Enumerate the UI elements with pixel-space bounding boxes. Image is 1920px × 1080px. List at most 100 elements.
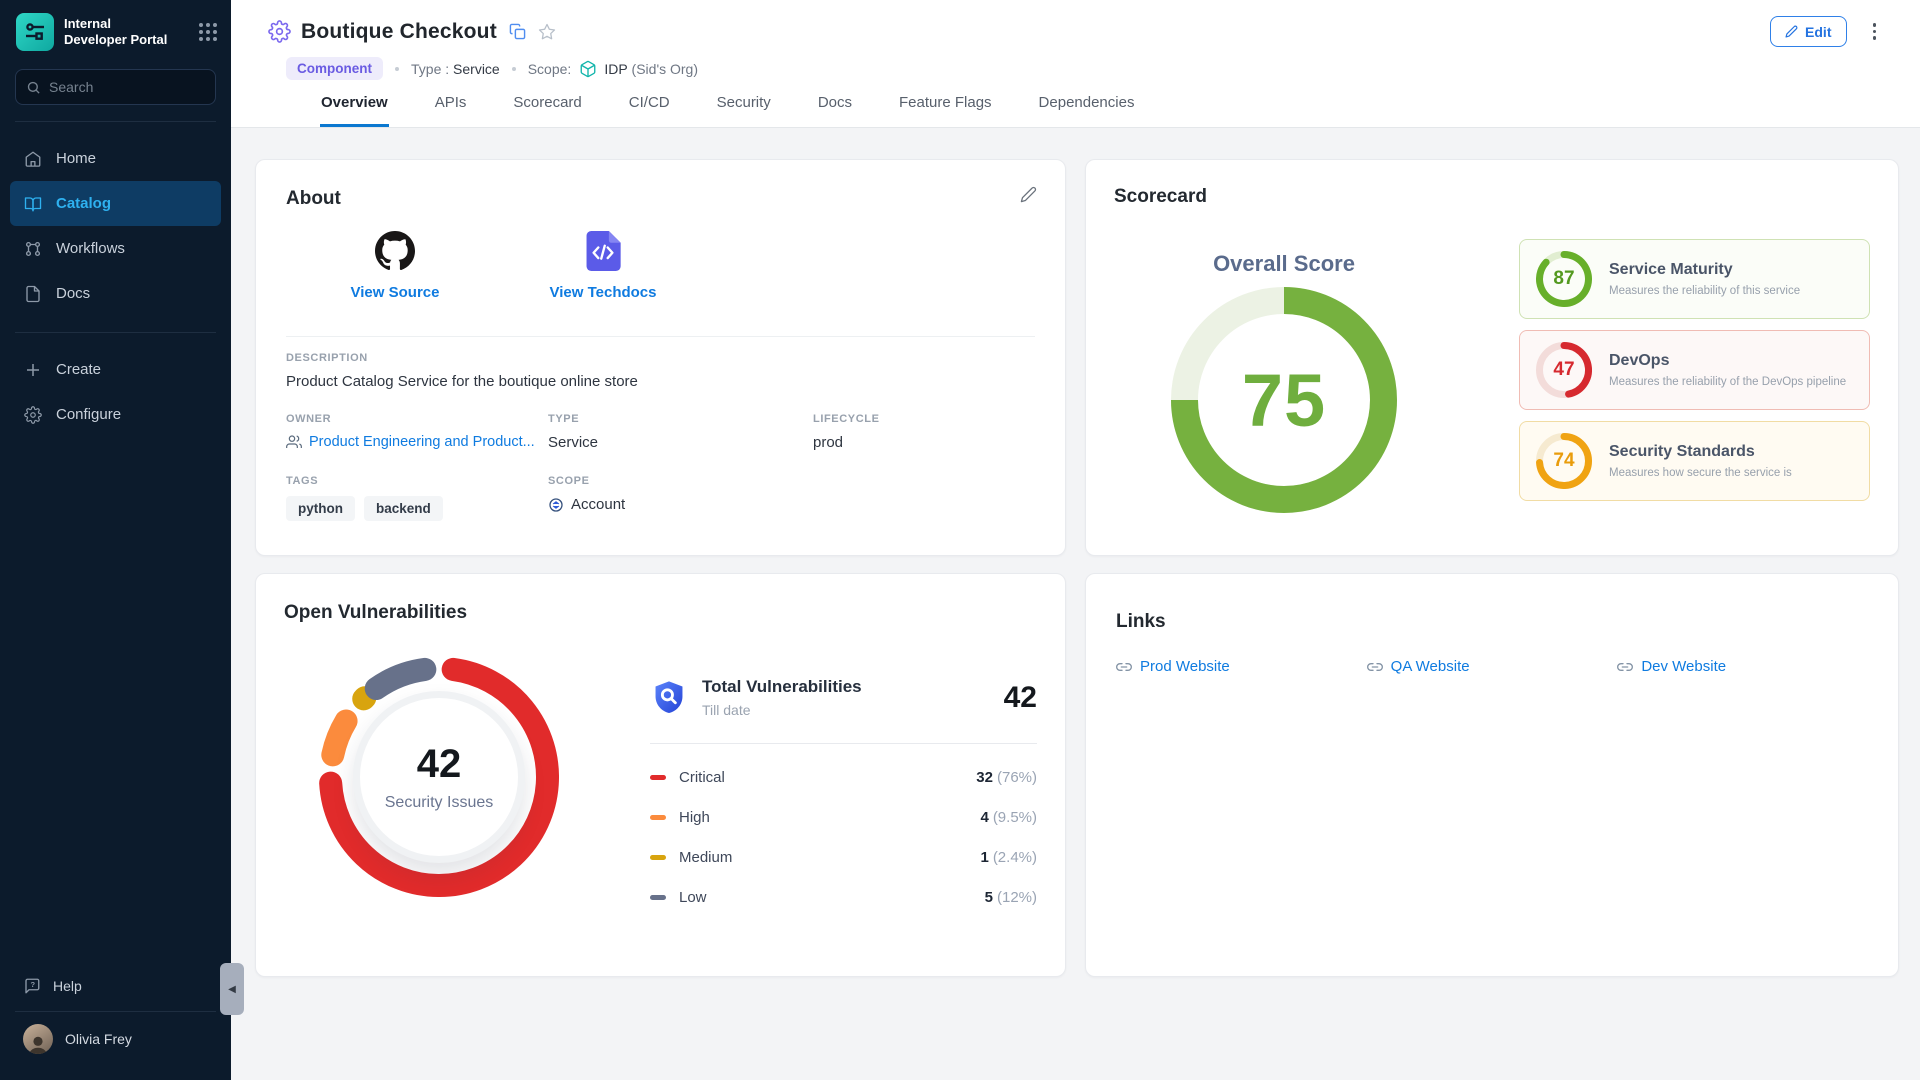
help-button[interactable]: ? Help	[0, 967, 231, 1005]
scope-value[interactable]: IDP	[604, 61, 627, 77]
scorecard-item-service-maturity[interactable]: 87 Service Maturity Measures the reliabi…	[1519, 239, 1870, 319]
sidebar-item-docs[interactable]: Docs	[0, 271, 231, 316]
sidebar-nav: Home Catalog Workflows Docs	[0, 136, 231, 316]
tab-docs[interactable]: Docs	[817, 94, 853, 127]
gear-icon	[23, 406, 43, 424]
tab-cicd[interactable]: CI/CD	[628, 94, 671, 127]
lifecycle-value: prod	[813, 434, 1035, 451]
sidebar-collapse-handle[interactable]: ◀	[220, 963, 244, 1015]
score-name: Service Maturity	[1609, 261, 1800, 279]
edit-button[interactable]: Edit	[1770, 16, 1846, 47]
type-meta-value: Service	[548, 434, 813, 451]
app-logo-icon	[16, 13, 54, 51]
scorecard-item-security-standards[interactable]: 74 Security Standards Measures how secur…	[1519, 421, 1870, 501]
owner-link[interactable]: Product Engineering and Product...	[286, 434, 548, 450]
type-value: Service	[453, 61, 500, 77]
overall-score-value: 75	[1242, 358, 1326, 443]
sidebar-item-label: Configure	[56, 406, 121, 423]
scope-meta-label: SCOPE	[548, 475, 1035, 487]
scorecard-item-devops[interactable]: 47 DevOps Measures the reliability of th…	[1519, 330, 1870, 410]
tags-label: TAGS	[286, 475, 548, 487]
tab-overview[interactable]: Overview	[320, 94, 389, 127]
link-label: QA Website	[1391, 658, 1470, 675]
link-label: Prod Website	[1140, 658, 1230, 675]
score-value: 87	[1536, 251, 1592, 307]
tab-apis[interactable]: APIs	[434, 94, 468, 127]
score-ring: 47	[1536, 342, 1592, 398]
security-issues-count: 42	[417, 742, 462, 787]
owner-value: Product Engineering and Product...	[309, 434, 535, 450]
dev-website-link[interactable]: Dev Website	[1617, 658, 1868, 675]
view-source-label: View Source	[351, 284, 440, 301]
user-name: Olivia Frey	[65, 1031, 132, 1047]
account-scope-icon	[548, 497, 564, 513]
score-desc: Measures the reliability of the DevOps p…	[1609, 376, 1846, 388]
sidebar-divider	[15, 121, 216, 122]
severity-row-low: Low 5(12%)	[650, 877, 1037, 917]
tag-chip[interactable]: python	[286, 496, 355, 521]
vulnerabilities-donut: 42 Security Issues	[319, 657, 559, 897]
scorecard-card: Scorecard Overall Score 75 8	[1085, 159, 1899, 556]
lifecycle-label: LIFECYCLE	[813, 413, 1035, 425]
severity-label: High	[679, 809, 710, 826]
star-icon[interactable]	[538, 23, 556, 41]
search-input[interactable]	[49, 79, 205, 95]
plus-icon	[23, 361, 43, 379]
workflows-icon	[23, 240, 43, 258]
tab-scorecard[interactable]: Scorecard	[512, 94, 582, 127]
package-icon	[579, 60, 597, 78]
critical-dash-icon	[650, 775, 666, 780]
sidebar-item-configure[interactable]: Configure	[0, 392, 231, 437]
total-vulnerabilities-sub: Till date	[702, 702, 862, 718]
sidebar-actions: Create Configure	[0, 347, 231, 437]
security-issues-label: Security Issues	[385, 794, 493, 812]
view-techdocs-link[interactable]: View Techdocs	[538, 231, 668, 301]
breadcrumb: Component Type : Service Scope: IDP (Sid…	[286, 57, 1880, 80]
severity-pct: (76%)	[997, 769, 1037, 786]
users-icon	[286, 434, 302, 450]
help-label: Help	[53, 978, 82, 994]
edit-about-icon[interactable]	[1020, 186, 1037, 203]
prod-website-link[interactable]: Prod Website	[1116, 658, 1367, 675]
sidebar-search[interactable]	[15, 69, 216, 105]
catalog-icon	[23, 195, 43, 213]
score-value: 74	[1536, 433, 1592, 489]
score-name: DevOps	[1609, 352, 1846, 370]
severity-count: 4	[980, 809, 988, 826]
sidebar-item-catalog[interactable]: Catalog	[10, 181, 221, 226]
sidebar-item-label: Create	[56, 361, 101, 378]
apps-grid-icon[interactable]	[199, 23, 217, 41]
view-source-link[interactable]: View Source	[330, 231, 460, 301]
more-menu-icon[interactable]	[1869, 19, 1881, 44]
medium-dash-icon	[650, 855, 666, 860]
copy-icon[interactable]	[509, 23, 526, 40]
tag-chip[interactable]: backend	[364, 496, 443, 521]
tab-feature-flags[interactable]: Feature Flags	[898, 94, 993, 127]
chevron-left-icon: ◀	[228, 984, 236, 995]
links-title: Links	[1116, 611, 1868, 633]
app-title: Internal Developer Portal	[64, 16, 167, 49]
owner-label: OWNER	[286, 413, 548, 425]
sidebar-item-workflows[interactable]: Workflows	[0, 226, 231, 271]
overall-score-label: Overall Score	[1213, 251, 1355, 277]
tab-dependencies[interactable]: Dependencies	[1038, 94, 1136, 127]
tab-security[interactable]: Security	[716, 94, 772, 127]
severity-label: Critical	[679, 769, 725, 786]
severity-count: 1	[980, 849, 988, 866]
severity-count: 32	[976, 769, 993, 786]
severity-pct: (12%)	[997, 889, 1037, 906]
user-menu[interactable]: Olivia Frey	[0, 1012, 231, 1070]
sidebar-item-create[interactable]: Create	[0, 347, 231, 392]
sidebar-item-home[interactable]: Home	[0, 136, 231, 181]
total-vulnerabilities-value: 42	[1004, 681, 1037, 715]
score-desc: Measures how secure the service is	[1609, 467, 1792, 479]
score-value: 47	[1536, 342, 1592, 398]
type-label: Type :	[411, 61, 449, 77]
qa-website-link[interactable]: QA Website	[1367, 658, 1618, 675]
severity-pct: (9.5%)	[993, 809, 1037, 826]
scorecard-title: Scorecard	[1114, 186, 1870, 208]
severity-row-medium: Medium 1(2.4%)	[650, 837, 1037, 877]
severity-count: 5	[985, 889, 993, 906]
sidebar-item-label: Docs	[56, 285, 90, 302]
dot-separator	[512, 67, 516, 71]
